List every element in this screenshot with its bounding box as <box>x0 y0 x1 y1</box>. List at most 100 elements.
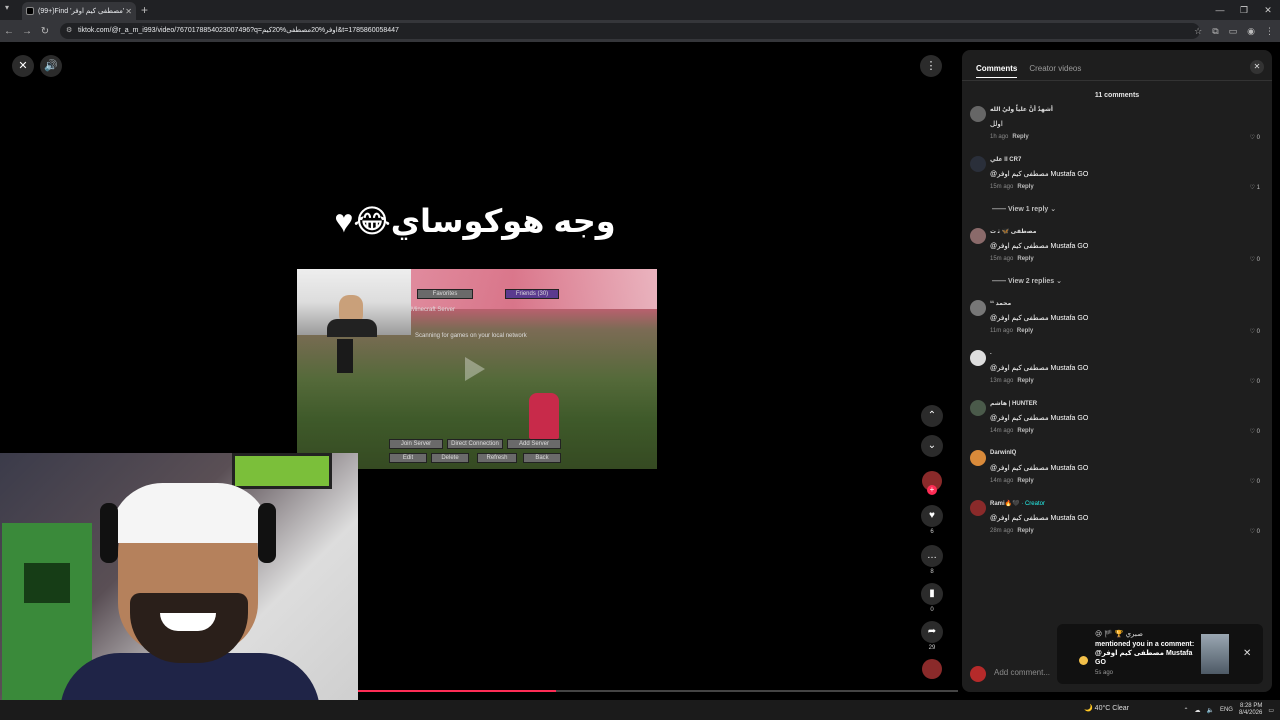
mc-edit: Edit <box>389 453 427 463</box>
view-replies-label: View 1 reply <box>1007 206 1049 213</box>
comment-text: @مصطفى كيم اوفر Mustafa GO <box>990 465 1089 472</box>
browser-tabbar: ▾ (99+)Find 'مصطفى كيم اوفر' ✕ + — ❐ ✕ <box>0 0 1280 20</box>
reload-icon[interactable]: ↻ <box>36 26 54 37</box>
view-replies-button[interactable]: —— View 2 replies ⌄ <box>992 277 1062 285</box>
like-button[interactable]: ♥ 6 <box>920 505 944 535</box>
comment-user[interactable]: أشهدُ أنَّ علياً وليُ الله <box>990 106 1053 113</box>
view-replies-button[interactable]: —— View 1 reply ⌄ <box>992 205 1056 213</box>
save-button[interactable]: ▮ 0 <box>920 583 944 613</box>
panel-tabs: Comments Creator videos <box>976 64 1081 78</box>
avatar[interactable] <box>970 300 986 316</box>
comment-meta: 14m ago Reply <box>990 428 1034 434</box>
view-replies-label: View 2 replies <box>1007 278 1055 285</box>
close-panel-icon[interactable]: ✕ <box>1250 60 1264 74</box>
close-notification-icon[interactable]: ✕ <box>1243 648 1251 659</box>
avatar[interactable] <box>970 106 986 122</box>
comment-time: 1h ago <box>990 134 1009 140</box>
reply-button[interactable]: Reply <box>1017 528 1033 534</box>
profile-icon[interactable]: ◉ <box>1247 26 1255 37</box>
network-icon[interactable]: ☁ <box>1194 707 1200 714</box>
comment-text: @مصطفى كيم اوفر Mustafa GO <box>990 515 1089 522</box>
reply-button[interactable]: Reply <box>1017 184 1033 190</box>
avatar[interactable] <box>970 400 986 416</box>
tray-chevron-icon[interactable]: ⌃ <box>1183 707 1188 714</box>
bookmark-star-icon[interactable]: ☆ <box>1194 26 1202 37</box>
close-player-icon[interactable]: ✕ <box>12 55 34 77</box>
site-info-icon[interactable]: ⚙ <box>66 23 72 39</box>
new-tab-button[interactable]: + <box>141 3 148 17</box>
avatar[interactable] <box>970 156 986 172</box>
reply-button[interactable]: Reply <box>1017 328 1033 334</box>
comment-count: 8 <box>930 569 934 575</box>
next-video-button[interactable]: ⌄ <box>920 435 944 457</box>
comment-like-count: 0 <box>1256 479 1260 485</box>
cast-icon[interactable]: ▭ <box>1229 26 1238 37</box>
maximize-icon[interactable]: ❐ <box>1232 0 1256 20</box>
video-player[interactable]: ✕ 🔊 ⋮ وجه هوكوساي😂♥ Favorites Friends (3… <box>0 42 962 700</box>
avatar[interactable] <box>970 350 986 366</box>
clock[interactable]: 8:28 PM 8/4/2026 <box>1239 703 1262 717</box>
avatar[interactable] <box>970 450 986 466</box>
tab-comments[interactable]: Comments <box>976 64 1018 78</box>
comment-like-count: 0 <box>1256 429 1260 435</box>
forward-icon[interactable]: → <box>18 26 36 37</box>
share-button[interactable]: ➦ 29 <box>920 621 944 651</box>
comment-user[interactable]: . <box>990 350 992 356</box>
browser-tab[interactable]: (99+)Find 'مصطفى كيم اوفر' ✕ <box>22 2 136 20</box>
reply-button[interactable]: Reply <box>1012 134 1028 140</box>
lang-indicator[interactable]: ENG <box>1220 707 1233 713</box>
comment-text: @مصطفى كيم اوفر Mustafa GO <box>990 243 1089 250</box>
avatar[interactable] <box>970 500 986 516</box>
video-progress-bar[interactable] <box>358 690 958 692</box>
address-bar[interactable]: ⚙ tiktok.com/@r_a_m_i993/video/767017885… <box>60 23 1200 39</box>
notification-dot-icon <box>1079 656 1088 665</box>
comment-like[interactable]: ♡ 0 <box>1250 528 1260 535</box>
creator-avatar[interactable]: + <box>920 471 944 495</box>
notifications-icon[interactable]: ▭ <box>1268 707 1274 714</box>
mc-server-label: Minecraft Server <box>411 307 456 313</box>
comment-user[interactable]: DarwinIQ <box>990 450 1016 456</box>
comment-user[interactable]: هاشم | HUNTER <box>990 400 1037 407</box>
speaker-icon[interactable]: 🔈 <box>1206 707 1213 714</box>
reply-button[interactable]: Reply <box>1017 428 1033 434</box>
comment-user[interactable]: Rami🔥🖤 · Creator <box>990 500 1045 507</box>
comment-button[interactable]: … 8 <box>920 545 944 575</box>
tab-search-icon[interactable]: ▾ <box>5 3 9 12</box>
volume-icon[interactable]: 🔊 <box>40 55 62 77</box>
mc-character <box>529 393 559 439</box>
more-options-icon[interactable]: ⋮ <box>920 55 942 77</box>
close-window-icon[interactable]: ✕ <box>1256 0 1280 20</box>
headset-left <box>100 503 118 563</box>
browser-toolbar-icons: ☆ ⧉ ▭ ◉ ⋮ <box>1194 20 1274 42</box>
comment-like-count: 0 <box>1256 329 1260 335</box>
comment-like[interactable]: ♡ 1 <box>1250 184 1260 191</box>
mention-notification[interactable]: 😢 🏴 🏆 صبري mentioned you in a comment: @… <box>1057 624 1263 684</box>
extensions-icon[interactable]: ⧉ <box>1212 26 1218 37</box>
back-icon[interactable]: ← <box>0 26 18 37</box>
comment-user[interactable]: ﻣﺼﻃﻔﻰ 🦋 ﭠ ﺕ <box>990 228 1036 235</box>
comment-user[interactable]: علي ll CR7 <box>990 156 1021 163</box>
music-disc[interactable] <box>920 659 944 679</box>
reply-button[interactable]: Reply <box>1017 256 1033 262</box>
comment-like[interactable]: ♡ 0 <box>1250 328 1260 335</box>
comment-like[interactable]: ♡ 0 <box>1250 378 1260 385</box>
tab-creator-videos[interactable]: Creator videos <box>1029 64 1081 78</box>
comment-like[interactable]: ♡ 0 <box>1250 134 1260 141</box>
reply-button[interactable]: Reply <box>1017 478 1033 484</box>
tab-close-icon[interactable]: ✕ <box>125 7 132 16</box>
comment-like-count: 0 <box>1256 379 1260 385</box>
comment-like[interactable]: ♡ 0 <box>1250 428 1260 435</box>
minimize-icon[interactable]: — <box>1208 0 1232 20</box>
comment-like[interactable]: ♡ 0 <box>1250 256 1260 263</box>
follow-plus-icon[interactable]: + <box>927 485 937 495</box>
avatar[interactable] <box>970 228 986 244</box>
menu-icon[interactable]: ⋮ <box>1265 26 1274 37</box>
comment-like-count: 0 <box>1256 135 1260 141</box>
add-comment-input[interactable]: Add comment... <box>994 668 1050 677</box>
prev-video-button[interactable]: ⌃ <box>920 405 944 427</box>
weather-widget[interactable]: 🌙 40°C Clear <box>1084 704 1129 712</box>
reply-button[interactable]: Reply <box>1017 378 1033 384</box>
comment-user[interactable]: محمد ¹¹ <box>990 300 1011 307</box>
comment-like[interactable]: ♡ 0 <box>1250 478 1260 485</box>
comment-meta: 1h ago Reply <box>990 134 1029 140</box>
